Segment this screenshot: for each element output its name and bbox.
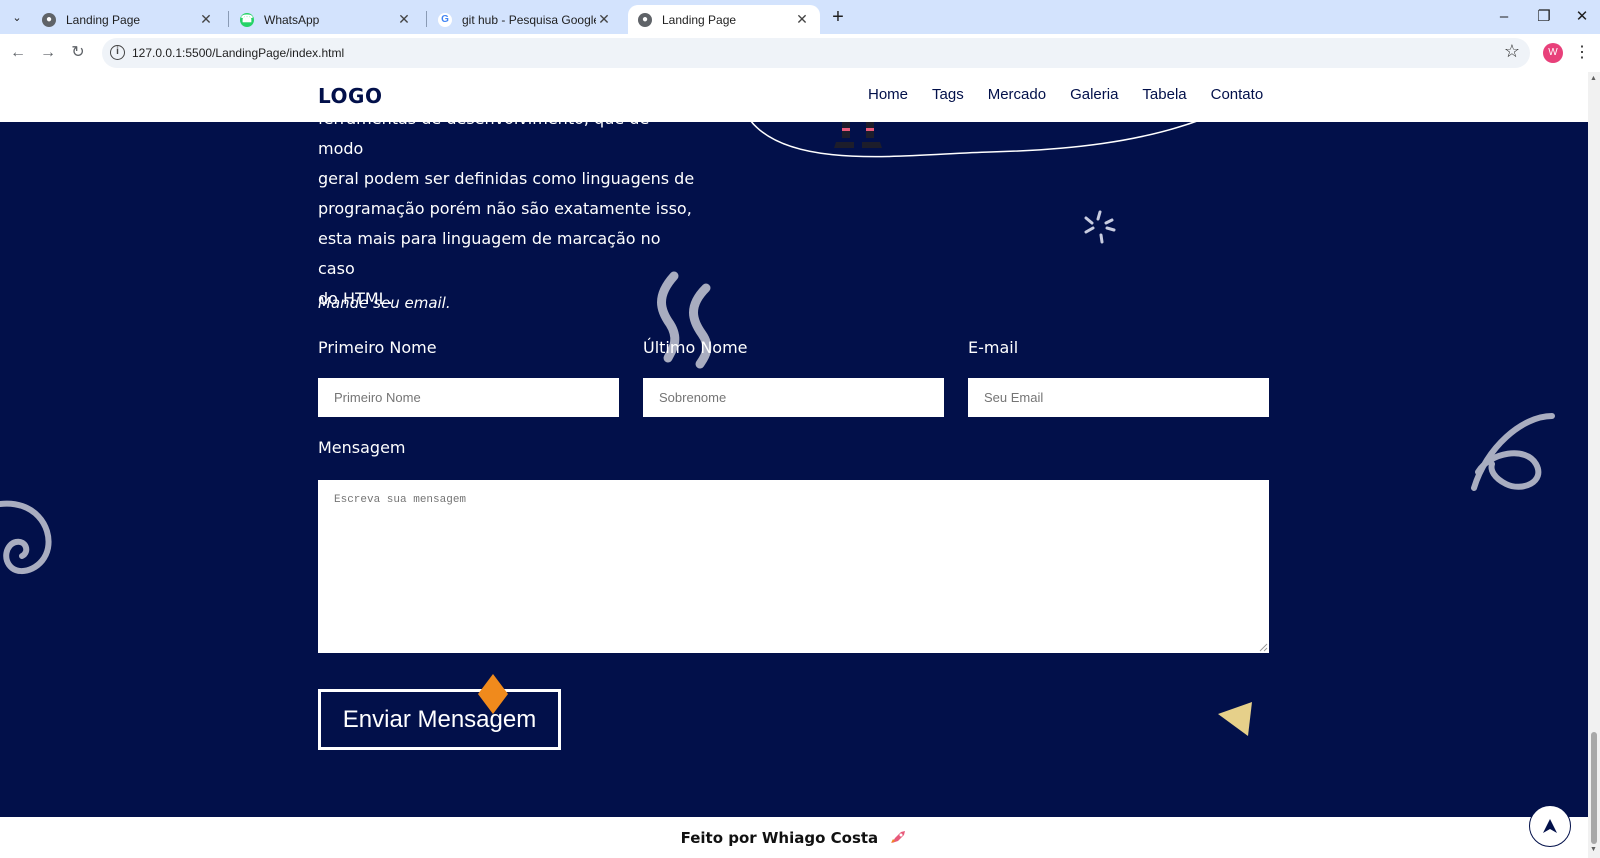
scrollbar-thumb[interactable] xyxy=(1591,732,1597,844)
close-icon[interactable]: ✕ xyxy=(198,11,214,28)
main-nav: Home Tags Mercado Galeria Tabela Contato xyxy=(868,86,1287,103)
globe-icon: ● xyxy=(638,12,652,27)
bookmark-star-icon[interactable]: ☆ xyxy=(1504,41,1520,62)
scroll-down-icon[interactable]: ▼ xyxy=(1590,846,1597,853)
diamond-deco-icon xyxy=(478,674,508,714)
browser-toolbar: ← → ↻ i 127.0.0.1:5500/LandingPage/index… xyxy=(0,34,1600,72)
page-scrollbar[interactable]: ▲ ▼ xyxy=(1588,72,1600,858)
close-icon[interactable]: ✕ xyxy=(596,11,612,28)
last-name-input[interactable] xyxy=(643,378,944,417)
back-to-top-button[interactable] xyxy=(1529,805,1571,847)
nav-link-galeria[interactable]: Galeria xyxy=(1070,86,1118,103)
reload-button[interactable]: ↻ xyxy=(66,41,90,65)
globe-icon: ● xyxy=(42,12,56,27)
browser-tab-4-active[interactable]: ● Landing Page ✕ xyxy=(628,5,820,34)
nav-link-mercado[interactable]: Mercado xyxy=(988,86,1046,103)
google-icon: G xyxy=(438,12,452,27)
form-heading: Mande seu email. xyxy=(318,294,451,312)
address-bar[interactable]: i 127.0.0.1:5500/LandingPage/index.html … xyxy=(102,38,1530,68)
close-icon[interactable]: ✕ xyxy=(396,11,412,28)
email-input[interactable] xyxy=(968,378,1269,417)
tab-separator xyxy=(228,11,229,27)
arrow-up-icon xyxy=(1543,819,1557,833)
intro-line: esta mais para linguagem de marcação no … xyxy=(318,229,661,278)
resize-handle-icon[interactable] xyxy=(1258,642,1268,652)
minimize-button[interactable]: – xyxy=(1486,4,1522,30)
tab-search-button[interactable]: ⌄ xyxy=(6,6,28,28)
intro-paragraph: ferramentas de desenvolvimento, que de m… xyxy=(318,104,698,314)
sparkle-icon xyxy=(1084,210,1116,244)
first-name-input[interactable] xyxy=(318,378,619,417)
site-footer: Feito por Whiago Costa xyxy=(0,817,1588,858)
nav-link-tabela[interactable]: Tabela xyxy=(1142,86,1186,103)
url-text[interactable]: 127.0.0.1:5500/LandingPage/index.html xyxy=(132,46,344,60)
nav-link-tags[interactable]: Tags xyxy=(932,86,964,103)
spiral-deco-icon xyxy=(0,500,52,575)
whatsapp-icon: ☎ xyxy=(240,12,254,27)
site-header: LOGO Home Tags Mercado Galeria Tabela Co… xyxy=(0,72,1588,122)
restore-button[interactable]: ❐ xyxy=(1526,4,1562,30)
intro-line: geral podem ser definidas como linguagen… xyxy=(318,169,695,188)
message-textarea[interactable] xyxy=(318,480,1269,653)
chevron-down-icon: ⌄ xyxy=(12,11,22,24)
triangle-deco-icon xyxy=(1218,702,1252,736)
browser-tab-1[interactable]: ● Landing Page ✕ xyxy=(32,5,224,34)
close-window-button[interactable]: ✕ xyxy=(1564,4,1600,30)
scroll-up-icon[interactable]: ▲ xyxy=(1590,75,1597,82)
first-name-label: Primeiro Nome xyxy=(318,338,437,357)
swirl-deco-icon xyxy=(1471,413,1555,491)
close-icon[interactable]: ✕ xyxy=(794,11,810,28)
forward-button[interactable]: → xyxy=(36,41,60,65)
site-info-icon[interactable]: i xyxy=(110,45,125,60)
page-viewport: LOGO Home Tags Mercado Galeria Tabela Co… xyxy=(0,72,1588,858)
last-name-label: Último Nome xyxy=(643,338,748,357)
site-logo[interactable]: LOGO xyxy=(318,84,382,108)
nav-link-home[interactable]: Home xyxy=(868,86,908,103)
browser-tab-bar: ⌄ ● Landing Page ✕ ☎ WhatsApp ✕ G git hu… xyxy=(0,0,1600,34)
footer-credit: Feito por Whiago Costa xyxy=(0,829,1588,847)
back-button[interactable]: ← xyxy=(6,41,30,65)
profile-avatar[interactable]: W xyxy=(1543,43,1563,63)
more-menu-icon[interactable]: ⋮ xyxy=(1574,42,1590,62)
nav-link-contato[interactable]: Contato xyxy=(1211,86,1264,103)
hero-illustration-ground xyxy=(749,112,1201,158)
rocket-icon xyxy=(891,831,906,843)
new-tab-button[interactable]: + xyxy=(826,6,850,30)
intro-line: programação porém não são exatamente iss… xyxy=(318,199,692,218)
browser-tab-2[interactable]: ☎ WhatsApp ✕ xyxy=(230,5,422,34)
send-message-button[interactable]: Enviar Mensagem xyxy=(318,689,561,750)
footer-credit-text: Feito por Whiago Costa xyxy=(680,829,879,847)
browser-tab-3[interactable]: G git hub - Pesquisa Google ✕ xyxy=(428,5,622,34)
email-label: E-mail xyxy=(968,338,1019,357)
tab-separator xyxy=(426,11,427,27)
message-label: Mensagem xyxy=(318,438,406,457)
